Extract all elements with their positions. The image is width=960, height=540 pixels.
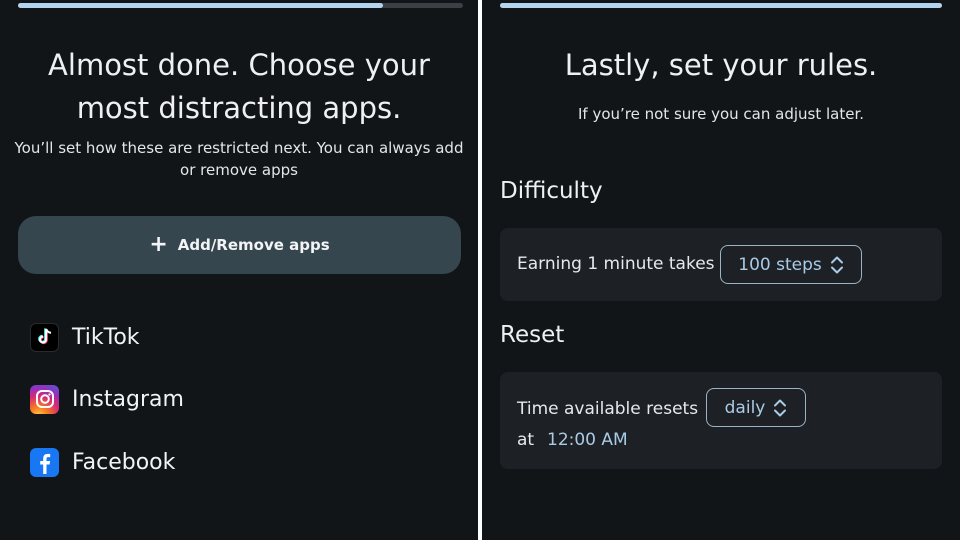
page-subtitle: You’ll set how these are restricted next…: [14, 139, 464, 179]
reset-label: Time available resets: [517, 399, 699, 419]
instagram-icon: [30, 384, 59, 414]
app-item-instagram: Instagram: [30, 384, 184, 414]
reset-heading: Reset: [500, 322, 565, 348]
page-title: Almost done. Choose your most distractin…: [0, 44, 478, 130]
steps-picker[interactable]: 100 steps: [720, 245, 862, 284]
add-remove-apps-label: Add/Remove apps: [177, 236, 330, 254]
progress-bar: [18, 3, 463, 8]
plus-icon: +: [149, 232, 168, 257]
up-down-chevron-icon: [830, 255, 844, 275]
reset-at-label: at: [517, 430, 535, 450]
steps-picker-value: 100 steps: [738, 254, 822, 275]
progress-bar: [500, 3, 942, 8]
app-name: TikTok: [72, 324, 140, 350]
tiktok-icon: [30, 322, 59, 352]
app-item-tiktok: TikTok: [30, 322, 140, 352]
reset-card: Time available resets daily at 12:00 AM: [500, 372, 942, 469]
set-rules-screen: Lastly, set your rules. If you’re not su…: [482, 0, 960, 540]
app-item-facebook: Facebook: [30, 447, 175, 477]
difficulty-card: Earning 1 minute takes 100 steps: [500, 228, 942, 301]
page-title: Lastly, set your rules.: [564, 48, 878, 82]
facebook-icon: [30, 447, 59, 477]
difficulty-heading: Difficulty: [500, 178, 603, 204]
progress-bar-fill: [18, 3, 383, 8]
choose-apps-screen: Almost done. Choose your most distractin…: [0, 0, 478, 540]
page-title-line-2: most distracting apps.: [76, 91, 402, 125]
app-name: Facebook: [72, 449, 176, 475]
up-down-chevron-icon: [773, 398, 787, 418]
reset-time-value[interactable]: 12:00 AM: [547, 430, 628, 450]
page-subtitle: If you’re not sure you can adjust later.: [577, 105, 865, 123]
page-title-line-1: Almost done. Choose your: [48, 48, 430, 82]
progress-bar-fill: [500, 3, 942, 8]
app-name: Instagram: [72, 386, 184, 412]
reset-frequency-value: daily: [724, 397, 766, 418]
difficulty-label: Earning 1 minute takes: [517, 254, 715, 274]
add-remove-apps-button[interactable]: + Add/Remove apps: [18, 216, 461, 274]
reset-frequency-picker[interactable]: daily: [706, 388, 806, 427]
